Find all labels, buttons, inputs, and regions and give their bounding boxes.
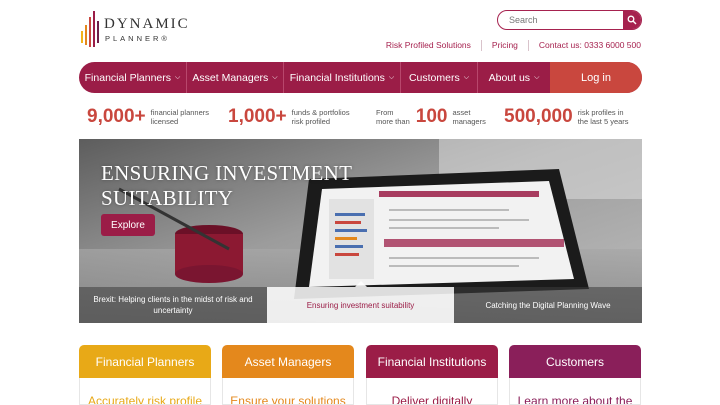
- hero-tab-brexit[interactable]: Brexit: Helping clients in the midst of …: [79, 287, 267, 323]
- stat-label: financial planners licensed: [150, 108, 210, 126]
- nav-item-label: About us: [488, 71, 531, 84]
- stats-bar: 9,000+ financial planners licensed 1,000+…: [79, 104, 642, 130]
- stat-prefix: From more than: [376, 108, 410, 126]
- nav-item-label: Customers: [408, 71, 460, 84]
- stat-number: 1,000+: [228, 106, 287, 127]
- nav-item-label: Asset Managers: [192, 71, 269, 84]
- nav-item-about-us[interactable]: About us ⌵: [478, 62, 550, 93]
- hero-tab-label: Ensuring investment suitability: [306, 300, 415, 310]
- stat-funds-portfolios: 1,000+ funds & portfolios risk profiled: [228, 104, 350, 130]
- link-risk-profiled-solutions[interactable]: Risk Profiled Solutions: [386, 40, 481, 51]
- hero-mug-bottom: [175, 265, 243, 283]
- hero-tab-digital-planning[interactable]: Catching the Digital Planning Wave: [454, 287, 642, 323]
- link-pricing[interactable]: Pricing: [480, 40, 528, 51]
- hero-screen-text-5: [389, 265, 519, 267]
- search-icon: [627, 15, 637, 25]
- logo-wordmark-line1: DYNAMIC: [104, 16, 190, 32]
- nav-item-financial-planners[interactable]: Financial Planners ⌵: [79, 62, 187, 93]
- stat-label: asset managers: [452, 108, 486, 126]
- logo-bars-icon: [81, 11, 99, 47]
- card-customers[interactable]: Customers Learn more about the: [509, 345, 641, 405]
- hero-screen-text-4: [389, 257, 539, 259]
- link-contact-us[interactable]: Contact us: 0333 6000 500: [527, 40, 641, 51]
- logo-bar-1: [81, 31, 83, 43]
- card-teaser: Ensure your solutions: [222, 378, 354, 405]
- hero-screen-row-5: [335, 245, 363, 248]
- top-links: Risk Profiled Solutions Pricing Contact …: [386, 40, 641, 51]
- hero-screen-band: [384, 239, 564, 247]
- hero-screen-row-3: [335, 229, 367, 232]
- search-input[interactable]: [498, 11, 624, 29]
- logo-bar-4: [93, 11, 95, 47]
- stat-number: 9,000+: [87, 106, 146, 127]
- card-title: Financial Institutions: [366, 345, 498, 378]
- card-teaser: Learn more about the: [509, 378, 641, 405]
- hero-title: ENSURING INVESTMENT SUITABILITY: [101, 161, 353, 210]
- hero-screen-text-2: [389, 219, 529, 221]
- card-teaser: Accurately risk profile: [79, 378, 211, 405]
- logo-wordmark-line2: PLANNER®: [105, 34, 170, 43]
- hero-screen-row-6: [335, 253, 359, 256]
- hero-screen-row-1: [335, 213, 365, 216]
- hero-screen-row-4: [335, 237, 357, 240]
- card-financial-planners[interactable]: Financial Planners Accurately risk profi…: [79, 345, 211, 405]
- stat-number: 100: [415, 106, 448, 127]
- hero-banner: ENSURING INVESTMENT SUITABILITY Explore B…: [79, 139, 642, 323]
- stat-financial-planners: 9,000+ financial planners licensed: [87, 104, 209, 130]
- nav-item-label: Financial Institutions: [289, 71, 385, 84]
- nav-item-financial-institutions[interactable]: Financial Institutions ⌵: [284, 62, 401, 93]
- hero-tab-ensuring-suitability[interactable]: Ensuring investment suitability: [267, 281, 454, 323]
- stat-asset-managers: From more than 100 asset managers: [376, 104, 486, 130]
- hero-tab-label: Catching the Digital Planning Wave: [485, 300, 611, 310]
- chevron-down-icon: ⌵: [534, 73, 540, 81]
- explore-button[interactable]: Explore: [101, 214, 155, 236]
- hero-screen-text-3: [389, 227, 499, 229]
- main-nav: Financial Planners ⌵ Asset Managers ⌵ Fina…: [79, 62, 642, 93]
- dynamic-planner-logo[interactable]: DYNAMIC PLANNER®: [80, 11, 200, 49]
- card-title: Financial Planners: [79, 345, 211, 378]
- hero-screen-header: [379, 191, 539, 197]
- nav-item-label: Financial Planners: [84, 71, 172, 84]
- logo-bar-3: [89, 17, 91, 47]
- chevron-down-icon: ⌵: [388, 73, 395, 81]
- login-button[interactable]: Log in: [550, 62, 642, 93]
- stat-risk-profiles: 500,000 risk profiles in the last 5 years: [504, 104, 629, 130]
- stat-number: 500,000: [504, 106, 573, 127]
- stat-label: risk profiles in the last 5 years: [577, 108, 629, 126]
- search-box: [497, 10, 642, 30]
- nav-item-asset-managers[interactable]: Asset Managers ⌵: [187, 62, 284, 93]
- hero-screen-row-2: [335, 221, 361, 224]
- card-financial-institutions[interactable]: Financial Institutions Deliver digitally: [366, 345, 498, 405]
- search-button[interactable]: [623, 11, 641, 29]
- card-teaser: Deliver digitally: [366, 378, 498, 405]
- logo-bar-5: [97, 21, 99, 43]
- hero-tab-label: Brexit: Helping clients in the midst of …: [93, 295, 253, 315]
- logo-bar-2: [85, 25, 87, 45]
- chevron-down-icon: ⌵: [175, 73, 181, 81]
- hero-tabs: Brexit: Helping clients in the midst of …: [79, 281, 642, 323]
- card-title: Asset Managers: [222, 345, 354, 378]
- chevron-down-icon: ⌵: [463, 73, 470, 81]
- nav-item-customers[interactable]: Customers ⌵: [401, 62, 478, 93]
- hero-screen-text-1: [389, 209, 509, 211]
- stat-label: funds & portfolios risk profiled: [291, 108, 350, 126]
- chevron-down-icon: ⌵: [272, 73, 278, 81]
- card-asset-managers[interactable]: Asset Managers Ensure your solutions: [222, 345, 354, 405]
- card-title: Customers: [509, 345, 641, 378]
